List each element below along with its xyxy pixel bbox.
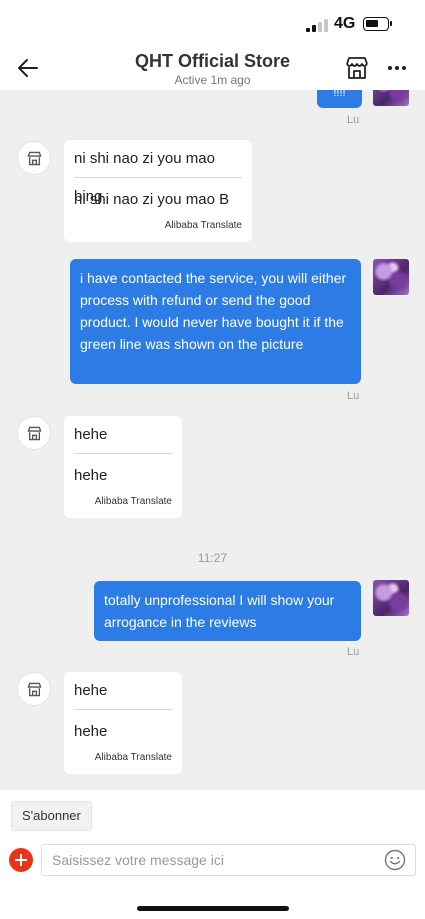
original-text: hehe — [74, 672, 172, 710]
smiley-icon — [384, 849, 406, 871]
signal-strength-icon — [306, 18, 328, 32]
message-bubble-outgoing[interactable]: i have contacted the service, you will e… — [70, 259, 361, 384]
translation-provider: Alibaba Translate — [94, 496, 172, 507]
home-indicator[interactable] — [137, 906, 289, 911]
message-bubble-incoming[interactable]: hehe hehe Alibaba Translate — [64, 416, 182, 518]
seller-avatar[interactable] — [17, 672, 51, 706]
battery-icon — [363, 17, 392, 31]
user-avatar[interactable] — [373, 90, 409, 106]
message-list[interactable]: !!!! Lu ni shi nao zi you mao bing ni sh… — [0, 90, 425, 790]
original-text: hehe — [74, 416, 172, 454]
message-bubble-incoming[interactable]: hehe hehe Alibaba Translate — [64, 672, 182, 774]
sender-name: Lu — [347, 114, 360, 126]
subscribe-button[interactable]: S'abonner — [11, 801, 92, 831]
sender-name: Lu — [347, 646, 360, 658]
emoji-button[interactable] — [384, 849, 406, 871]
chat-header: QHT Official Store Active 1m ago — [0, 46, 425, 90]
visit-store-button[interactable] — [343, 54, 371, 82]
original-text: ni shi nao zi you mao bing — [74, 140, 242, 205]
message-bubble-outgoing[interactable]: totally unprofessional I will show your … — [94, 581, 361, 641]
more-horizontal-icon — [388, 66, 406, 70]
store-icon — [346, 57, 368, 79]
network-type: 4G — [334, 15, 356, 32]
store-icon — [27, 426, 42, 441]
message-input[interactable] — [41, 844, 416, 876]
translated-text: ni shi nao zi you mao B — [74, 191, 230, 208]
translated-text: hehe — [74, 467, 108, 484]
seller-avatar[interactable] — [17, 141, 51, 175]
status-bar: 4G — [0, 0, 425, 46]
add-attachment-button[interactable] — [9, 848, 33, 872]
seller-avatar[interactable] — [17, 416, 51, 450]
store-icon — [27, 682, 42, 697]
translation-provider: Alibaba Translate — [164, 220, 242, 231]
store-icon — [27, 151, 42, 166]
translated-text: hehe — [74, 723, 108, 740]
user-avatar[interactable] — [373, 259, 409, 295]
sender-name: Lu — [347, 390, 360, 402]
translation-provider: Alibaba Translate — [94, 752, 172, 763]
time-separator: 11:27 — [197, 551, 228, 565]
message-bubble-incoming[interactable]: ni shi nao zi you mao bing ni shi nao zi… — [64, 140, 252, 242]
message-bubble-outgoing[interactable]: !!!! — [317, 90, 362, 108]
more-options-button[interactable] — [383, 54, 411, 82]
composer-area: S'abonner — [0, 790, 425, 919]
user-avatar[interactable] — [373, 580, 409, 616]
